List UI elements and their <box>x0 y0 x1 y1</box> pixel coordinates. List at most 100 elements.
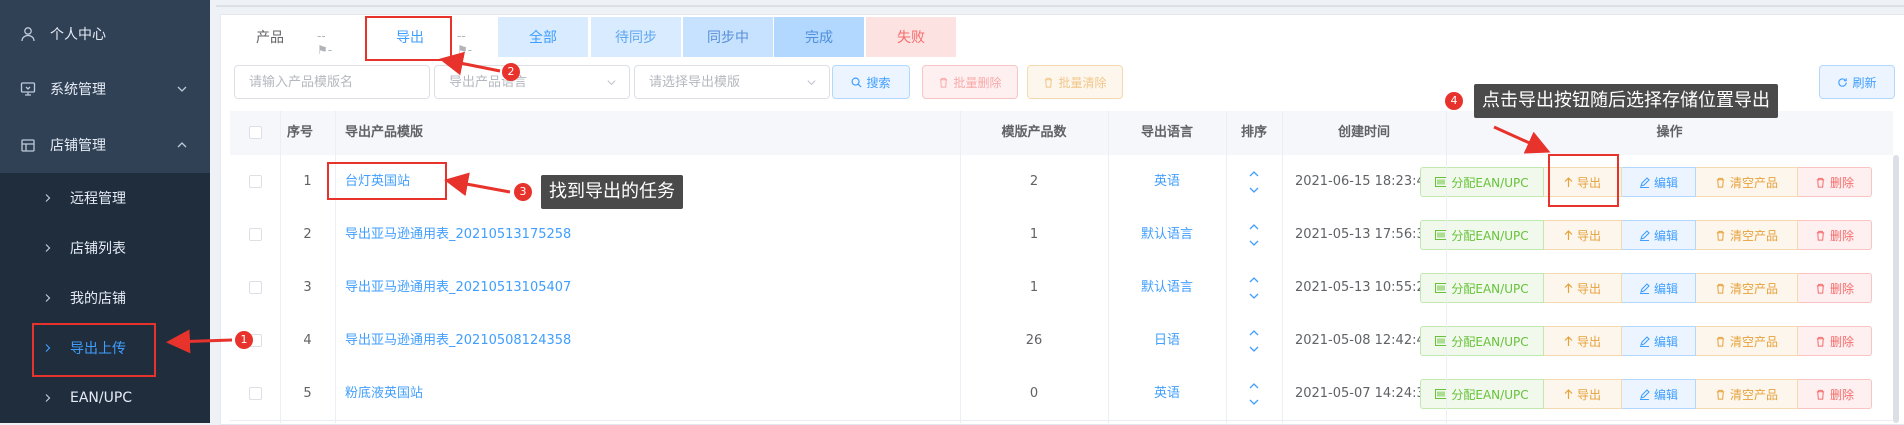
sidebar-subitem-my-store[interactable]: 我的店铺 <box>0 273 210 323</box>
tab-syncing[interactable]: 同步中 <box>683 17 773 57</box>
sidebar-subitem-store-list[interactable]: 店铺列表 <box>0 223 210 273</box>
trash-icon <box>940 77 948 88</box>
sort-arrows-icon[interactable] <box>1247 273 1261 303</box>
row-count: 26 <box>1025 333 1043 348</box>
export-button[interactable]: 导出 <box>1544 326 1622 356</box>
header-language: 导出语言 <box>1140 125 1193 140</box>
table-scrollbar[interactable] <box>1893 155 1899 423</box>
clear-products-button[interactable]: 清空产品 <box>1696 220 1798 250</box>
sidebar-subitem-export-upload[interactable]: 导出上传 <box>0 323 210 373</box>
sidebar-item-personal-center[interactable]: 个人中心 <box>0 6 210 62</box>
arrow-up-icon <box>1564 282 1573 293</box>
trash-icon <box>1816 230 1825 241</box>
row-count: 1 <box>1029 227 1039 242</box>
arrow-up-icon <box>1564 229 1573 240</box>
batch-delete-button[interactable]: 批量删除 <box>922 65 1018 99</box>
refresh-button[interactable]: 刷新 <box>1819 65 1895 99</box>
tab-product[interactable]: 产品 <box>225 17 315 57</box>
flag-separator: --⚑- <box>317 29 333 57</box>
assign-ean-button[interactable]: 分配EAN/UPC <box>1420 326 1544 356</box>
language-field[interactable] <box>435 66 628 98</box>
sidebar-subitem-label: 店铺列表 <box>70 241 126 257</box>
clear-products-button[interactable]: 清空产品 <box>1696 273 1798 303</box>
table-row: 3 导出亚马逊通用表_20210513105407 1 默认语言 2021-05… <box>230 261 1893 315</box>
delete-button[interactable]: 删除 <box>1798 326 1872 356</box>
row-template-link[interactable]: 导出亚马逊通用表_20210508124358 <box>345 314 945 367</box>
sidebar-subitem-label: 我的店铺 <box>70 291 126 307</box>
chevron-right-icon <box>45 344 51 352</box>
trash-icon <box>1716 389 1725 400</box>
monitor-icon <box>20 82 36 96</box>
template-field[interactable] <box>635 66 828 98</box>
table-row: 4 导出亚马逊通用表_20210508124358 26 日语 2021-05-… <box>230 314 1893 368</box>
tab-export[interactable]: 导出 <box>365 17 455 57</box>
trash-icon <box>1716 283 1725 294</box>
sort-arrows-icon[interactable] <box>1247 167 1261 197</box>
row-checkbox[interactable] <box>249 281 262 294</box>
clear-products-button[interactable]: 清空产品 <box>1696 167 1798 197</box>
edit-icon <box>1639 176 1650 188</box>
row-language: 日语 <box>1153 333 1180 348</box>
trash-icon <box>1816 389 1825 400</box>
search-icon <box>851 77 862 88</box>
export-button[interactable]: 导出 <box>1544 220 1622 250</box>
tab-completed[interactable]: 完成 <box>774 17 864 57</box>
row-checkbox[interactable] <box>249 175 262 188</box>
delete-button[interactable]: 删除 <box>1798 167 1872 197</box>
trash-icon <box>1716 230 1725 241</box>
edit-button[interactable]: 编辑 <box>1622 167 1696 197</box>
row-actions: 分配EAN/UPC 导出 编辑 清空产品 删除 <box>1420 379 1872 409</box>
clear-products-button[interactable]: 清空产品 <box>1696 379 1798 409</box>
batch-clear-button[interactable]: 批量清除 <box>1027 65 1123 99</box>
assign-ean-button[interactable]: 分配EAN/UPC <box>1420 273 1544 303</box>
row-actions: 分配EAN/UPC 导出 编辑 清空产品 删除 <box>1420 326 1872 356</box>
annotation-tooltip-click-export: 点击导出按钮随后选择存储位置导出 <box>1474 84 1778 118</box>
delete-button[interactable]: 删除 <box>1798 273 1872 303</box>
delete-button[interactable]: 删除 <box>1798 220 1872 250</box>
refresh-icon <box>1838 77 1848 87</box>
sort-arrows-icon[interactable] <box>1247 326 1261 356</box>
row-index: 1 <box>303 174 312 189</box>
assign-ean-button[interactable]: 分配EAN/UPC <box>1420 220 1544 250</box>
row-language: 英语 <box>1153 174 1180 189</box>
row-checkbox[interactable] <box>249 387 262 400</box>
row-checkbox[interactable] <box>249 228 262 241</box>
tab-failed[interactable]: 失败 <box>866 17 956 57</box>
edit-button[interactable]: 编辑 <box>1622 273 1696 303</box>
sidebar-subitem-ean-upc[interactable]: EAN/UPC <box>0 373 210 423</box>
select-all-checkbox[interactable] <box>249 126 262 139</box>
annotation-tooltip-find-task: 找到导出的任务 <box>541 175 683 209</box>
language-select[interactable] <box>434 65 630 99</box>
template-name-field[interactable] <box>235 66 428 98</box>
edit-button[interactable]: 编辑 <box>1622 326 1696 356</box>
clear-products-button[interactable]: 清空产品 <box>1696 326 1798 356</box>
row-template-link[interactable]: 导出亚马逊通用表_20210513175258 <box>345 208 945 261</box>
chevron-right-icon <box>45 294 51 302</box>
template-select[interactable] <box>634 65 830 99</box>
edit-button[interactable]: 编辑 <box>1622 220 1696 250</box>
row-actions: 分配EAN/UPC 导出 编辑 清空产品 删除 <box>1420 273 1872 303</box>
export-button[interactable]: 导出 <box>1544 273 1622 303</box>
assign-ean-button[interactable]: 分配EAN/UPC <box>1420 379 1544 409</box>
header-template: 导出产品模版 <box>345 125 424 140</box>
sidebar-item-system[interactable]: 系统管理 <box>0 61 210 117</box>
arrow-up-icon <box>1564 335 1573 346</box>
export-button[interactable]: 导出 <box>1544 167 1622 197</box>
sidebar-item-label: 店铺管理 <box>50 138 106 154</box>
row-template-link[interactable]: 导出亚马逊通用表_20210513105407 <box>345 261 945 314</box>
sort-arrows-icon[interactable] <box>1247 220 1261 250</box>
sidebar-item-store[interactable]: 店铺管理 <box>0 117 210 173</box>
export-button[interactable]: 导出 <box>1544 379 1622 409</box>
delete-button[interactable]: 删除 <box>1798 379 1872 409</box>
template-name-input[interactable] <box>234 65 430 99</box>
search-button[interactable]: 搜索 <box>832 65 910 99</box>
sort-arrows-icon[interactable] <box>1247 379 1261 409</box>
assign-ean-button[interactable]: 分配EAN/UPC <box>1420 167 1544 197</box>
tab-pending-sync[interactable]: 待同步 <box>591 17 681 57</box>
sidebar-subitem-remote[interactable]: 远程管理 <box>0 173 210 223</box>
trash-icon <box>1716 177 1725 188</box>
row-actions: 分配EAN/UPC 导出 编辑 清空产品 删除 <box>1420 167 1872 197</box>
tab-all[interactable]: 全部 <box>498 17 588 57</box>
row-template-link[interactable]: 粉底液英国站 <box>345 367 945 420</box>
edit-button[interactable]: 编辑 <box>1622 379 1696 409</box>
